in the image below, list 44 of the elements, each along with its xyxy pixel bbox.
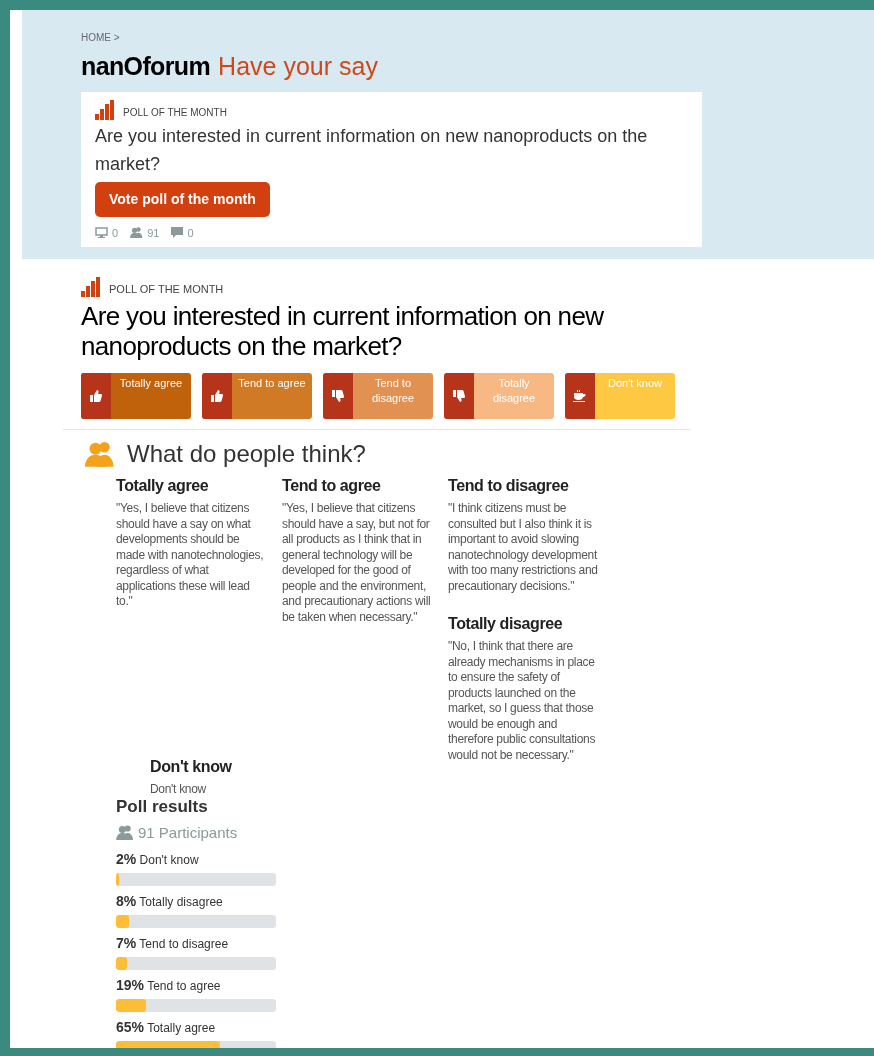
cup-icon [573,390,587,402]
results-title: Poll results [116,796,209,818]
vote-option-button[interactable]: Totally agree [81,373,191,419]
opinion-heading: Don't know [150,757,233,777]
thumbs-up-icon [90,390,102,402]
poll-question: Are you interested in current information on new nanoproducts on the market? [81,301,605,361]
result-label: 7% Tend to disagree [116,934,230,953]
section-label: POLL OF THE MONTH [123,105,227,120]
people-icon [85,441,115,467]
result-label: 8% Totally disagree [116,892,224,911]
vote-option-button[interactable]: Tend to disagree [323,373,433,419]
opinion-quote: "Yes, I believe that citizens should have a say on what developments should be made with nanotechnologies, regardless of what applications these will lead to." [116,501,265,610]
stat-count: 91 [147,225,160,241]
section-label: POLL OF THE MONTH [109,281,224,297]
opinion-heading: Totally disagree [448,614,564,634]
opinion-quote: Don't know [150,782,207,798]
vote-option-button[interactable]: Tend to agree [202,373,312,419]
opinion-heading: Tend to agree [282,476,382,496]
people-icon [130,227,144,239]
result-label: 65% Totally agree [116,1018,217,1037]
opinion-heading: Tend to disagree [448,476,570,496]
participant-count: 91 Participants [138,822,238,843]
section-title: What do people think? [127,439,366,469]
stat-count: 0 [112,225,119,241]
poll-question: Are you interested in current information on new nanoproducts on the market? [95,124,649,176]
breadcrumb[interactable]: HOME > [81,32,874,44]
stat-count: 0 [187,225,194,241]
result-label: 19% Tend to agree [116,976,222,995]
comment-icon [171,227,184,239]
monitor-icon [95,227,108,239]
opinion-quote: "I think citizens must be consulted but I also think it is important to avoid slowing nanotechnology development with too many restrictions and precautionary decisions." [448,501,598,594]
bar-chart-icon [95,99,115,120]
site-logo[interactable]: nanOforum [81,48,211,86]
thumbs-down-icon [332,390,344,402]
opinion-quote: "No, I think that there are already mechanisms in place to ensure the safety of products launched on the market, so I guess that those would be enough and therefore public consultations would not be necessary." [448,639,597,763]
opinion-quote: "Yes, I believe that citizens should have a say, but not for all products as I think that in general technology will be developed for the good of people and the environment, and precautionary actions will be taken when necessary." [282,501,432,625]
opinion-heading: Totally agree [116,476,210,496]
people-icon [116,825,134,841]
thumbs-down-icon [453,390,465,402]
vote-button[interactable]: Vote poll of the month [95,181,270,217]
thumbs-up-icon [211,390,223,402]
page-title: Have your say [218,51,378,82]
bar-chart-icon [81,277,101,297]
result-label: 2% Don't know [116,850,200,869]
